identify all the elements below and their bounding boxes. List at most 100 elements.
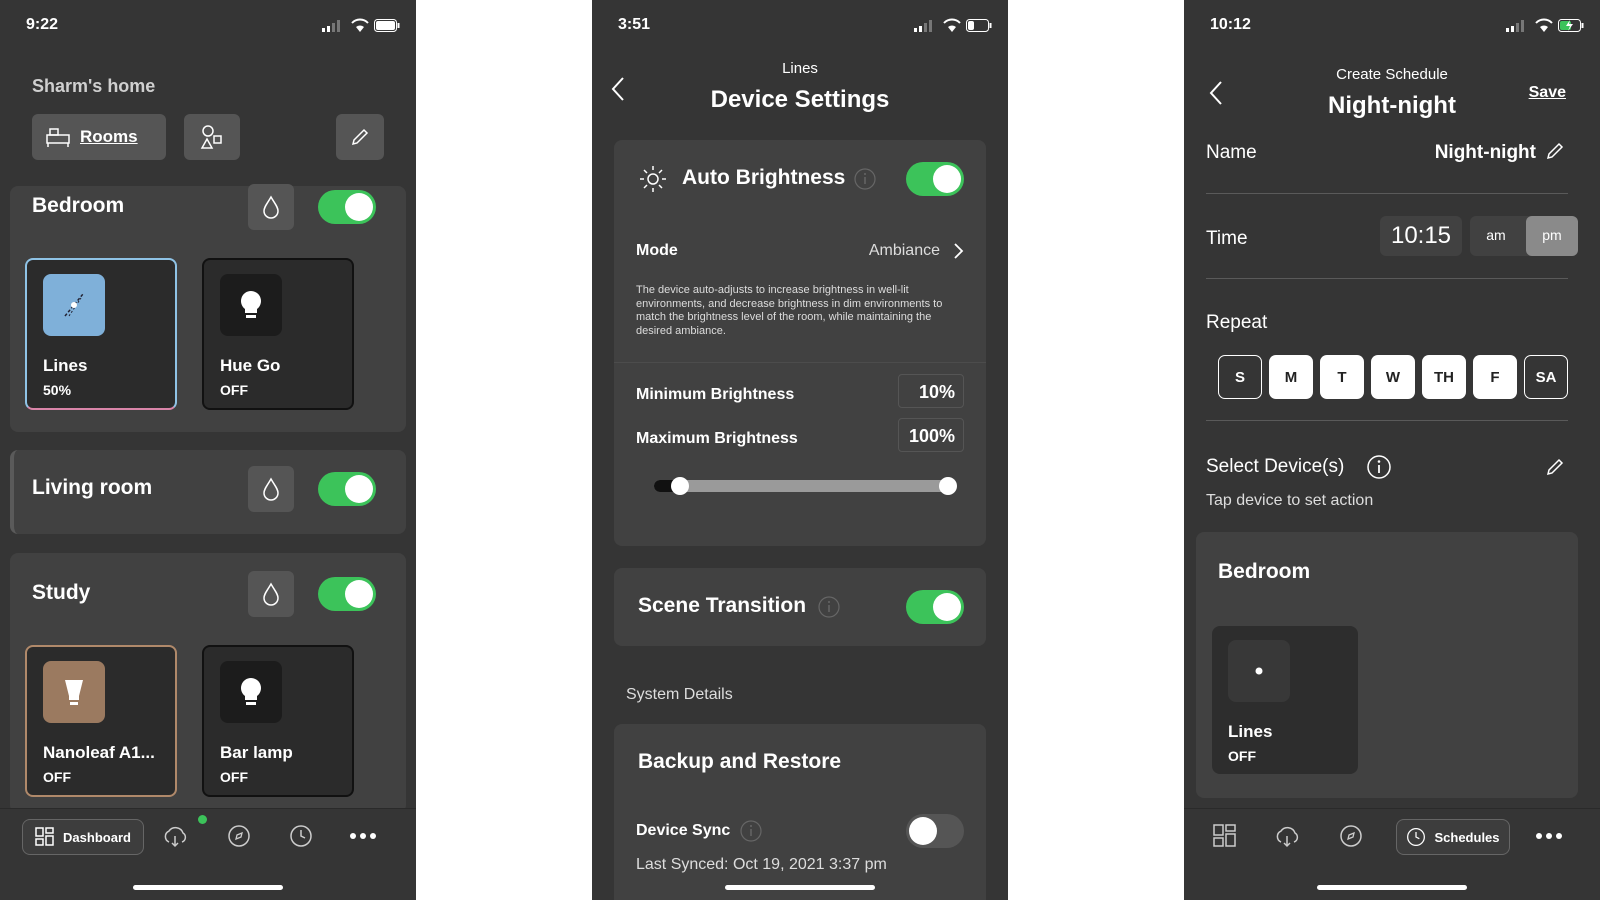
brightness-range-slider[interactable] — [654, 477, 957, 495]
auto-brightness-card: Auto Brightness Mode Ambiance The device… — [614, 140, 986, 546]
device-name: Bar lamp — [220, 743, 293, 762]
shapes-icon — [200, 125, 222, 149]
select-devices-label: Select Device(s) — [1206, 456, 1345, 477]
status-bar: 3:51 — [592, 0, 1008, 50]
tab-more[interactable] — [346, 819, 380, 853]
device-name: Nanoleaf A1... — [43, 743, 155, 762]
tab-dashboard[interactable]: Dashboard — [22, 819, 144, 855]
day-tuesday[interactable]: T — [1320, 355, 1364, 399]
device-tile-lines[interactable]: Lines 50% — [25, 258, 177, 410]
ampm-switch: am pm — [1470, 216, 1578, 256]
backup-label: Backup and Restore — [638, 750, 842, 773]
min-brightness-field[interactable]: 10% — [898, 374, 964, 408]
device-tile-nanoleaf[interactable]: Nanoleaf A1... OFF — [25, 645, 177, 797]
signal-icon — [322, 20, 340, 32]
room-name: Living room — [32, 476, 153, 499]
info-icon[interactable] — [1366, 454, 1392, 480]
room-card-study: Study Nanoleaf A1... OFF Bar lamp OFF — [10, 553, 406, 813]
scene-transition-toggle[interactable] — [906, 590, 964, 624]
status-time: 3:51 — [618, 16, 651, 33]
day-wednesday[interactable]: W — [1371, 355, 1415, 399]
day-thursday[interactable]: TH — [1422, 355, 1466, 399]
backup-card: Backup and Restore Device Sync Last Sync… — [614, 724, 986, 900]
room-name: Bedroom — [32, 194, 125, 217]
battery-charging-icon — [1558, 19, 1584, 32]
tab-dashboard[interactable] — [1208, 819, 1242, 853]
color-drop-button[interactable] — [248, 466, 294, 512]
droplet-icon — [263, 195, 279, 219]
shapes-button[interactable] — [184, 114, 240, 160]
room-card-living-room[interactable]: Living room — [10, 450, 406, 534]
color-drop-button[interactable] — [248, 571, 294, 617]
status-time: 10:12 — [1210, 16, 1251, 33]
info-icon[interactable] — [740, 820, 762, 842]
dashboard-screen: 9:22 Sharm's home Rooms Bedroom Lines 50… — [0, 0, 416, 900]
battery-icon — [966, 19, 992, 32]
auto-brightness-toggle[interactable] — [906, 162, 964, 196]
signal-icon — [1506, 20, 1524, 32]
min-brightness-label: Minimum Brightness — [636, 386, 795, 403]
tab-bar: Dashboard — [0, 808, 416, 900]
day-saturday[interactable]: SA — [1524, 355, 1568, 399]
device-state: 50% — [43, 382, 72, 398]
sofa-icon — [46, 128, 70, 147]
device-tile-lines[interactable]: Lines OFF — [1212, 626, 1358, 774]
pencil-icon — [351, 128, 369, 146]
divider — [1206, 420, 1568, 421]
status-bar: 10:12 — [1184, 0, 1600, 50]
save-button[interactable]: Save — [1529, 84, 1566, 102]
max-range-thumb[interactable] — [939, 477, 957, 495]
am-option[interactable]: am — [1470, 216, 1522, 256]
room-toggle[interactable] — [318, 577, 376, 611]
pencil-icon[interactable] — [1544, 140, 1566, 162]
edit-button[interactable] — [336, 114, 384, 160]
tab-cloud[interactable] — [158, 819, 192, 853]
min-range-thumb[interactable] — [671, 477, 689, 495]
device-sync-toggle[interactable] — [906, 814, 964, 848]
cloud-download-icon — [1276, 827, 1299, 848]
bulb-icon — [43, 661, 105, 723]
tab-schedules-label: Schedules — [1434, 829, 1500, 845]
device-tile-hue-go[interactable]: Hue Go OFF — [202, 258, 354, 410]
room-toggle[interactable] — [318, 190, 376, 224]
repeat-label: Repeat — [1206, 312, 1268, 333]
day-monday[interactable]: M — [1269, 355, 1313, 399]
max-brightness-field[interactable]: 100% — [898, 418, 964, 452]
rooms-button[interactable]: Rooms — [32, 114, 166, 160]
info-icon[interactable] — [854, 168, 876, 190]
pencil-icon[interactable] — [1544, 456, 1566, 478]
home-indicator — [725, 885, 875, 890]
tab-schedules[interactable]: Schedules — [1396, 819, 1510, 855]
info-icon[interactable] — [818, 596, 840, 618]
day-friday[interactable]: F — [1473, 355, 1517, 399]
tab-dashboard-label: Dashboard — [63, 829, 131, 845]
pm-option[interactable]: pm — [1526, 216, 1578, 256]
tab-cloud[interactable] — [1270, 819, 1304, 853]
more-icon — [1536, 833, 1562, 839]
day-sunday[interactable]: S — [1218, 355, 1262, 399]
device-tile-bar-lamp[interactable]: Bar lamp OFF — [202, 645, 354, 797]
divider — [1206, 193, 1568, 194]
last-synced: Last Synced: Oct 19, 2021 3:37 pm — [636, 856, 887, 873]
room-name: Study — [32, 581, 91, 604]
auto-brightness-label: Auto Brightness — [682, 166, 846, 189]
compass-icon — [1340, 825, 1362, 847]
tab-explore[interactable] — [222, 819, 256, 853]
tab-schedules[interactable] — [284, 819, 318, 853]
tab-explore[interactable] — [1334, 819, 1368, 853]
more-icon — [350, 833, 376, 839]
signal-icon — [914, 20, 932, 32]
battery-icon — [374, 19, 400, 32]
room-toggle[interactable] — [318, 472, 376, 506]
wifi-icon — [351, 18, 369, 32]
divider — [1206, 278, 1568, 279]
status-bar: 9:22 — [0, 0, 416, 50]
name-value[interactable]: Night-night — [1435, 142, 1536, 164]
tab-more[interactable] — [1532, 819, 1566, 853]
mode-value[interactable]: Ambiance — [869, 242, 940, 260]
chevron-right-icon[interactable] — [952, 242, 964, 260]
color-drop-button[interactable] — [248, 184, 294, 230]
clock-icon — [290, 825, 312, 847]
time-field[interactable]: 10:15 — [1380, 216, 1462, 256]
device-state: OFF — [220, 769, 248, 785]
